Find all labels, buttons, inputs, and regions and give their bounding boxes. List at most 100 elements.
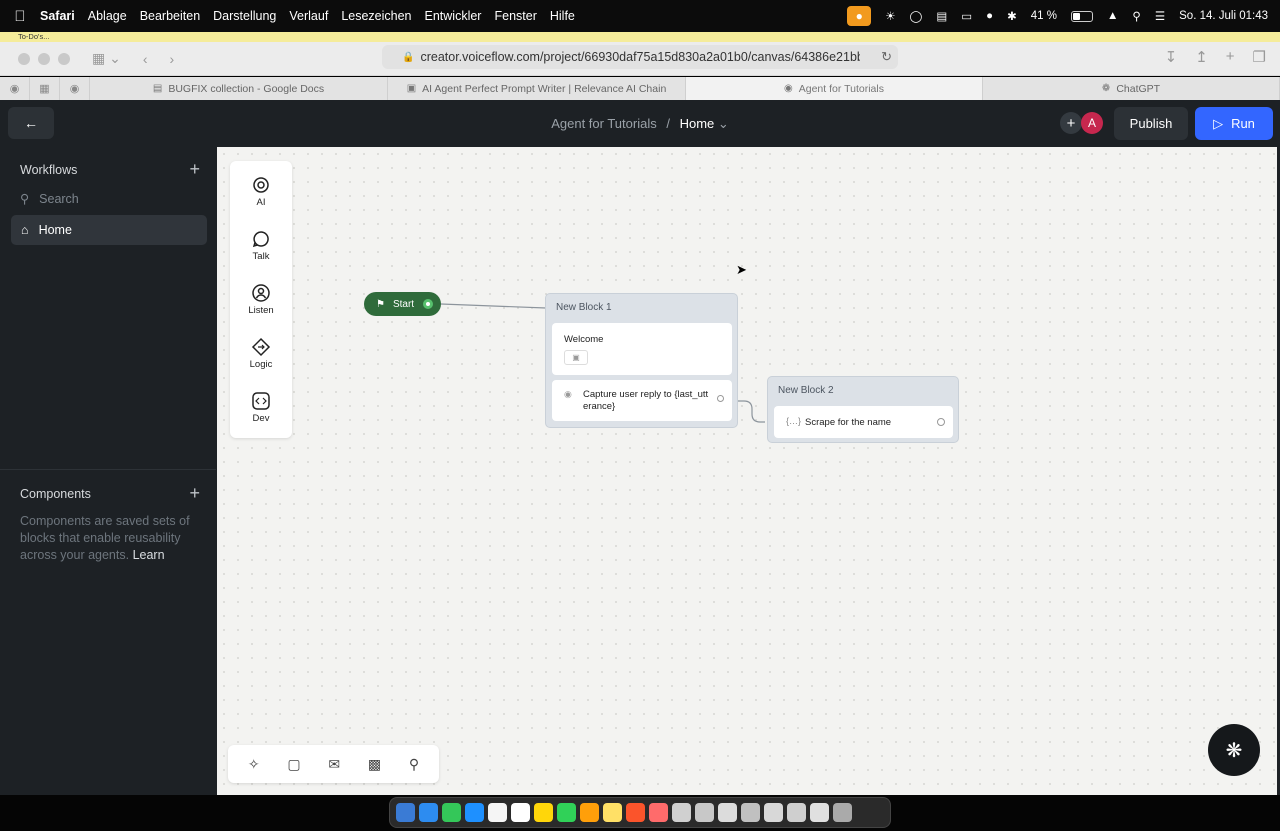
address-bar[interactable]: 🔒 creator.voiceflow.com/project/66930daf…: [382, 45, 898, 69]
mail-icon[interactable]: [465, 803, 484, 822]
comment-icon[interactable]: ✉: [328, 756, 340, 773]
pinned-tab-2[interactable]: ▦: [30, 77, 60, 100]
apple-icon[interactable]: : [0, 8, 40, 25]
step-capture[interactable]: ◉ Capture user reply to {last_utterance}: [552, 380, 732, 421]
start-node[interactable]: ⚑ Start: [364, 292, 441, 316]
menu-fenster[interactable]: Fenster: [494, 9, 536, 23]
tab-agent-for-tutorials[interactable]: ◉ Agent for Tutorials: [686, 77, 983, 100]
code-icon: {…}: [786, 416, 802, 426]
window-thumbnail-icon[interactable]: [695, 803, 714, 822]
tab-label: BUGFIX collection - Google Docs: [168, 82, 325, 95]
sidebar-item-home[interactable]: ⌂ Home: [11, 215, 207, 245]
chevron-down-icon[interactable]: ⌄: [718, 116, 729, 131]
menu-ablage[interactable]: Ablage: [88, 9, 127, 23]
forward-nav-icon[interactable]: ›: [170, 51, 175, 67]
notes-icon[interactable]: [534, 803, 553, 822]
add-component-button[interactable]: +: [189, 483, 200, 504]
back-nav-icon[interactable]: ‹: [143, 51, 148, 67]
add-workflow-button[interactable]: +: [189, 159, 200, 180]
window-thumbnail-icon[interactable]: [718, 803, 737, 822]
step-welcome[interactable]: Welcome ▣: [552, 323, 732, 375]
launchpad-icon[interactable]: [580, 803, 599, 822]
breadcrumb-current[interactable]: Home: [680, 116, 715, 131]
flow-canvas[interactable]: AI Talk Listen Logic Dev ⚑ Start New Blo…: [217, 147, 1277, 795]
display-icon[interactable]: ▭: [961, 9, 972, 23]
pinned-tab-3[interactable]: ◉: [60, 77, 90, 100]
move-icon[interactable]: ✧: [248, 756, 260, 773]
todo-bar[interactable]: To-Do's...: [0, 32, 1280, 42]
breadcrumb-project[interactable]: Agent for Tutorials: [551, 116, 657, 131]
step-port[interactable]: [717, 395, 724, 402]
mouse-cursor: ➤: [736, 262, 747, 277]
tab-chatgpt[interactable]: ❁ ChatGPT: [983, 77, 1280, 100]
invite-button[interactable]: +: [1060, 112, 1082, 134]
spotlight-icon[interactable]: ⚲: [1132, 9, 1140, 23]
voiceflow-assistant-button[interactable]: ❋: [1208, 724, 1260, 776]
messages-icon[interactable]: [442, 803, 461, 822]
menu-verlauf[interactable]: Verlauf: [289, 9, 328, 23]
block-new-block-2[interactable]: New Block 2 {…} Scrape for the name: [767, 376, 959, 443]
bluetooth-icon[interactable]: ✱: [1007, 9, 1017, 23]
sidebar-toggle-icon[interactable]: ▦ ⌄: [92, 50, 121, 67]
start-port[interactable]: [423, 299, 433, 309]
stickies-icon[interactable]: [603, 803, 622, 822]
publish-button[interactable]: Publish: [1114, 107, 1188, 140]
menu-app-name[interactable]: Safari: [40, 9, 75, 23]
step-port[interactable]: [937, 418, 945, 426]
brave-icon[interactable]: [626, 803, 645, 822]
step-label: Scrape for the name: [805, 417, 892, 428]
learn-link[interactable]: Learn: [133, 548, 165, 562]
window-thumbnail-icon[interactable]: [810, 803, 829, 822]
pinned-site-icon: ◉: [9, 83, 20, 95]
maximize-window-button[interactable]: [58, 52, 70, 65]
control-center-icon[interactable]: ☰: [1155, 9, 1165, 23]
voiceflow-app: ← Agent for Tutorials / Home ⌄ + A Publi…: [0, 100, 1280, 795]
menu-bearbeiten[interactable]: Bearbeiten: [140, 9, 200, 23]
share-icon[interactable]: ↥: [1195, 48, 1208, 66]
brightness-icon[interactable]: ☀: [885, 9, 895, 23]
window-thumbnail-icon[interactable]: [672, 803, 691, 822]
safari-toolbar: ▦ ⌄ ‹ › 🔒 creator.voiceflow.com/project/…: [0, 42, 1280, 76]
reload-icon[interactable]: ↻: [881, 49, 892, 65]
pinned-tab-1[interactable]: ◉: [0, 77, 30, 100]
tab-overview-icon[interactable]: ❐: [1253, 48, 1266, 66]
calendar-icon[interactable]: [488, 803, 507, 822]
finder-icon[interactable]: [396, 803, 415, 822]
window-thumbnail-icon[interactable]: [741, 803, 760, 822]
trash-icon[interactable]: [833, 803, 852, 822]
message-icon: ▣: [564, 350, 588, 365]
photos-icon[interactable]: [649, 803, 668, 822]
wifi-icon[interactable]: ▲: [1107, 10, 1118, 22]
step-scrape[interactable]: {…} Scrape for the name: [774, 406, 953, 438]
tab-relevance-ai[interactable]: ▣ AI Agent Perfect Prompt Writer | Relev…: [388, 77, 686, 100]
run-button[interactable]: ▷ Run: [1195, 107, 1273, 140]
battery-icon[interactable]: [1070, 10, 1093, 22]
window-thumbnail-icon[interactable]: [764, 803, 783, 822]
battery-percent[interactable]: 41 %: [1031, 10, 1057, 22]
block-new-block-1[interactable]: New Block 1 Welcome ▣ ◉ Capture user rep…: [545, 293, 738, 428]
workflow-search[interactable]: ⚲ Search: [20, 191, 79, 207]
safari-icon[interactable]: [419, 803, 438, 822]
menu-hilfe[interactable]: Hilfe: [550, 9, 575, 23]
reminders-icon[interactable]: [511, 803, 530, 822]
search-canvas-icon[interactable]: ⚲: [409, 756, 419, 773]
menubar-clock[interactable]: So. 14. Juli 01:43: [1179, 10, 1268, 22]
menu-entwickler[interactable]: Entwickler: [425, 9, 482, 23]
minimize-window-button[interactable]: [38, 52, 50, 65]
skype-icon[interactable]: ●: [986, 10, 993, 22]
menu-lesezeichen[interactable]: Lesezeichen: [341, 9, 411, 23]
new-tab-icon[interactable]: +: [1226, 48, 1235, 66]
download-icon[interactable]: ↧: [1165, 48, 1178, 66]
avatar[interactable]: A: [1081, 112, 1103, 134]
airpods-icon[interactable]: ◯: [910, 9, 923, 23]
tab-google-docs[interactable]: ▤ BUGFIX collection - Google Docs: [90, 77, 388, 100]
window-thumbnail-icon[interactable]: [787, 803, 806, 822]
image-icon[interactable]: ▩: [368, 756, 381, 773]
note-icon[interactable]: ▢: [287, 756, 300, 773]
bed-icon[interactable]: ▤: [936, 9, 947, 23]
chatgpt-icon: ❁: [1101, 83, 1111, 94]
menu-darstellung[interactable]: Darstellung: [213, 9, 276, 23]
microphone-icon[interactable]: ●: [847, 6, 872, 26]
close-window-button[interactable]: [18, 52, 30, 65]
vpn-icon[interactable]: [557, 803, 576, 822]
